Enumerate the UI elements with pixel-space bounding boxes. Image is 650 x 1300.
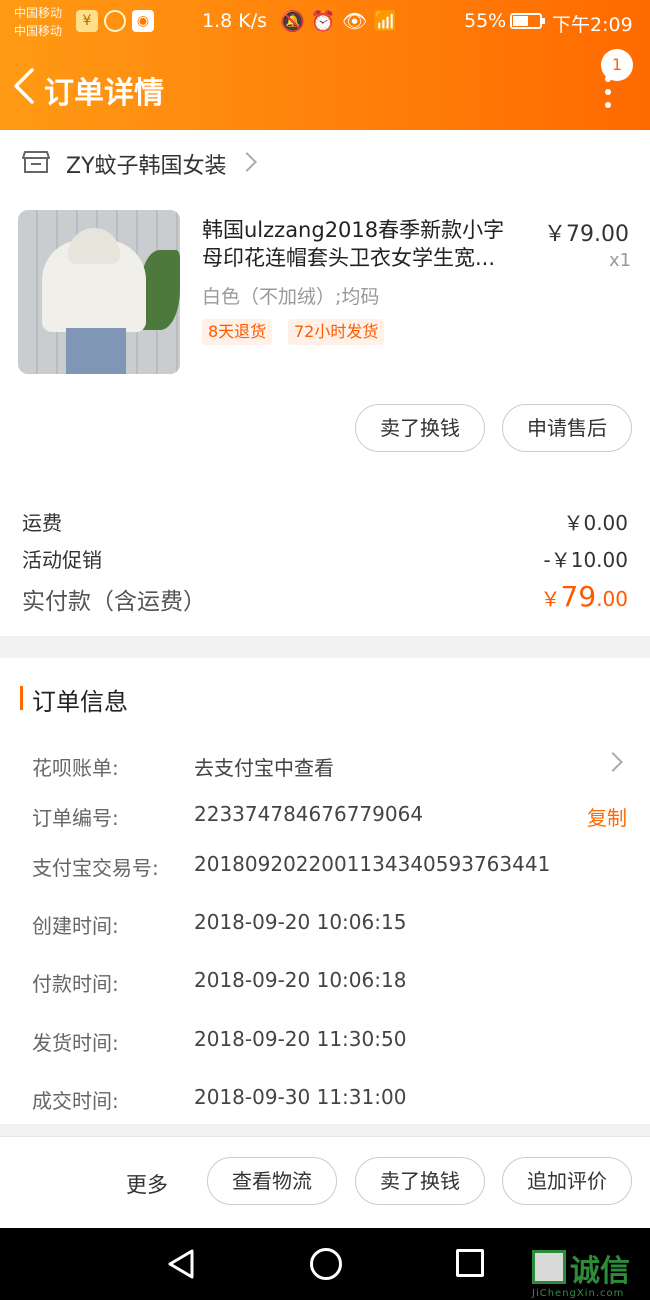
product-image[interactable] [18, 210, 180, 374]
shipping-fee-value: ￥0.00 [563, 511, 628, 535]
info-label: 发货时间: [32, 1031, 119, 1055]
headset-icon [104, 10, 126, 32]
product-price: ￥79.00 [544, 222, 629, 247]
watermark-sub: JiChengXin.com [532, 1288, 625, 1299]
promotion-label: 活动促销 [22, 548, 102, 572]
info-value: 2018092022001134340593763441 [194, 852, 551, 876]
back-arrow-icon[interactable] [12, 66, 36, 106]
clock: 下午2:09 [552, 14, 633, 36]
after-sale-button[interactable]: 申请售后 [502, 404, 632, 452]
order-info-section: 订单信息 花呗账单: 去支付宝中查看 订单编号: 223374784676779… [0, 658, 650, 1124]
app-icon: ◉ [132, 10, 154, 32]
paid-decimal: .00 [596, 587, 628, 611]
header: 中国移动 中国移动 ¥ ◉ 1.8 K/s 🔕⏰👁📶 55% 下午2:09 订单… [0, 0, 650, 130]
info-label: 订单编号: [32, 806, 119, 830]
shop-row[interactable]: ZY蚊子韩国女装 [0, 130, 650, 192]
info-label: 花呗账单: [32, 756, 119, 780]
product-quantity: x1 [609, 250, 632, 271]
status-icons: 🔕⏰👁📶 [280, 9, 404, 33]
section-accent-bar [20, 686, 23, 710]
paid-amount-label: 实付款（含运费） [22, 589, 206, 615]
alarm-icon: ⏰ [310, 9, 342, 33]
system-back-icon[interactable] [166, 1248, 196, 1280]
promotion-row: 活动促销 -￥10.00 [22, 544, 628, 573]
product-title-line1: 韩国ulzzang2018春季新款小字 [202, 218, 505, 242]
add-review-button[interactable]: 追加评价 [502, 1157, 632, 1205]
order-info-title: 订单信息 [32, 688, 128, 716]
product-title[interactable]: 韩国ulzzang2018春季新款小字 母印花连帽套头卫衣女学生宽... [202, 216, 532, 272]
info-value: 2018-09-20 11:30:50 [194, 1027, 407, 1051]
eye-icon: 👁 [341, 9, 374, 33]
carrier-2: 中国移动 [14, 24, 63, 38]
order-item-card: ZY蚊子韩国女装 韩国ulzzang2018春季新款小字 母印花连帽套头卫衣女学… [0, 130, 650, 636]
shipping-fee-label: 运费 [22, 511, 62, 535]
system-home-icon[interactable] [310, 1248, 342, 1280]
more-button[interactable]: 更多 [126, 1169, 168, 1199]
info-value: 去支付宝中查看 [194, 756, 334, 780]
promotion-value: -￥10.00 [543, 548, 628, 572]
order-number: 223374784676779064 [194, 802, 424, 826]
watermark-logo: 诚信 JiChengXin.com [532, 1250, 650, 1300]
paid-integer: 79 [560, 580, 597, 613]
chevron-right-icon [237, 152, 257, 172]
info-label: 成交时间: [32, 1089, 119, 1113]
shipping-time-tag: 72小时发货 [288, 319, 385, 345]
yen-icon: ¥ [76, 10, 98, 32]
chevron-right-icon [603, 752, 623, 772]
info-value: 2018-09-30 11:31:00 [194, 1085, 407, 1109]
shop-name: ZY蚊子韩国女装 [66, 154, 227, 179]
sell-for-cash-button[interactable]: 卖了换钱 [355, 404, 485, 452]
battery-icon [510, 13, 545, 29]
wifi-icon: 📶 [373, 9, 405, 33]
info-value: 2018-09-20 10:06:15 [194, 910, 407, 934]
system-recents-icon[interactable] [456, 1249, 484, 1277]
watermark-box-icon [532, 1250, 566, 1284]
carrier-1: 中国移动 [14, 6, 63, 20]
status-bar: 中国移动 中国移动 ¥ ◉ 1.8 K/s 🔕⏰👁📶 55% 下午2:09 [0, 0, 650, 44]
page-title: 订单详情 [44, 76, 164, 111]
product-title-line2: 母印花连帽套头卫衣女学生宽... [202, 246, 496, 270]
mute-icon: 🔕 [280, 9, 311, 33]
return-policy-tag: 8天退货 [202, 319, 273, 345]
view-logistics-button[interactable]: 查看物流 [207, 1157, 337, 1205]
info-label: 支付宝交易号: [32, 856, 159, 880]
shop-icon [22, 151, 50, 173]
watermark-text: 诚信 [570, 1254, 630, 1289]
info-value: 2018-09-20 10:06:18 [194, 968, 407, 992]
info-label: 付款时间: [32, 972, 119, 996]
nav-bar: 订单详情 1 [0, 49, 650, 120]
sell-for-cash-button[interactable]: 卖了换钱 [355, 1157, 485, 1205]
paid-currency: ￥ [540, 587, 561, 611]
product-sku: 白色（不加绒）;均码 [202, 286, 380, 308]
message-badge: 1 [601, 49, 633, 81]
shipping-fee-row: 运费 ￥0.00 [22, 507, 628, 536]
info-label: 创建时间: [32, 914, 119, 938]
paid-amount: ￥79.00 [541, 580, 628, 613]
network-speed: 1.8 K/s [202, 10, 268, 32]
carrier-info: 中国移动 中国移动 [14, 4, 62, 40]
more-menu-icon[interactable] [598, 76, 618, 124]
notification-icons: ¥ ◉ [76, 10, 154, 32]
copy-button[interactable]: 复制 [587, 802, 627, 831]
bottom-action-bar: 更多 查看物流 卖了换钱 追加评价 [0, 1136, 650, 1228]
battery-percent: 55% [464, 10, 507, 32]
